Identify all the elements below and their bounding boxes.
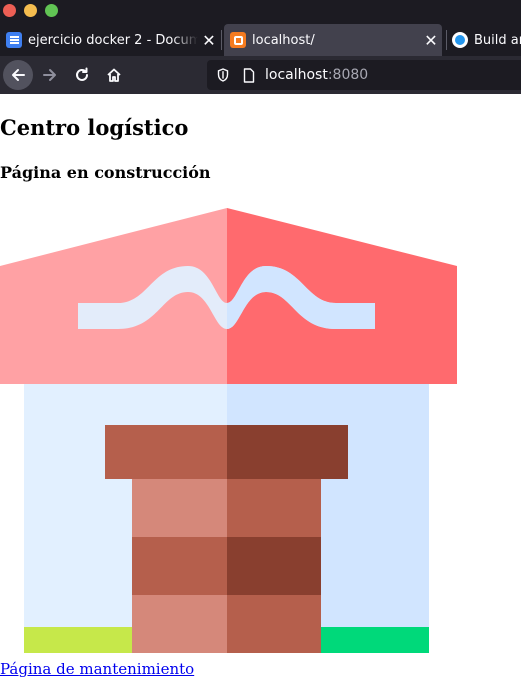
page-info-icon[interactable] <box>243 67 255 83</box>
close-tab-icon[interactable]: ✕ <box>198 31 220 50</box>
roof-right <box>227 208 457 384</box>
arrow-right-icon <box>43 69 56 81</box>
forward-button[interactable] <box>35 60 65 90</box>
tab-localhost[interactable]: localhost/ ✕ <box>224 24 442 56</box>
tab-label: Build ar <box>474 32 521 48</box>
home-button[interactable] <box>99 60 129 90</box>
close-window-button[interactable] <box>3 4 16 17</box>
navigation-toolbar: localhost:8080 <box>0 56 521 94</box>
url-host: localhost <box>265 67 328 83</box>
brick-row1-left <box>132 479 227 537</box>
page-subtitle: Página en construcción <box>0 163 211 182</box>
brick-row2-right <box>227 537 321 595</box>
address-bar[interactable]: localhost:8080 <box>207 60 521 90</box>
maximize-window-button[interactable] <box>45 4 58 17</box>
page-title: Centro logístico <box>0 115 189 140</box>
home-icon <box>107 68 121 82</box>
reload-icon <box>76 67 88 81</box>
window-titlebar <box>0 0 521 22</box>
close-tab-icon[interactable]: ✕ <box>420 31 442 50</box>
google-docs-icon <box>6 32 22 48</box>
xampp-icon <box>230 32 246 48</box>
ground-left <box>24 627 133 653</box>
brick-cap-right <box>227 425 348 479</box>
tab-label: localhost/ <box>252 32 315 48</box>
reload-button[interactable] <box>67 60 97 90</box>
url-port: :8080 <box>327 67 369 83</box>
arrow-left-icon <box>12 69 25 81</box>
brick-row3-left <box>132 595 227 653</box>
brick-row3-right <box>227 595 321 653</box>
docker-icon <box>452 32 468 48</box>
minimize-window-button[interactable] <box>24 4 37 17</box>
tab-strip: ejercicio docker 2 - Docume ✕ localhost/… <box>0 22 521 56</box>
page-content: Centro logístico Página en construcción … <box>0 94 521 691</box>
roof-left <box>0 208 227 384</box>
tab-label: ejercicio docker 2 - Docume <box>28 32 198 48</box>
tab-build[interactable]: Build ar <box>446 24 521 56</box>
brick-cap-left <box>105 425 227 479</box>
brick-row2-left <box>132 537 227 595</box>
warehouse-illustration <box>0 208 457 653</box>
brick-row1-right <box>227 479 321 537</box>
maintenance-link[interactable]: Página de mantenimiento <box>0 660 194 678</box>
ground-right <box>320 627 429 653</box>
tab-google-docs[interactable]: ejercicio docker 2 - Docume ✕ <box>0 24 220 56</box>
back-button[interactable] <box>3 60 33 90</box>
tab-separator <box>221 30 222 50</box>
shield-icon[interactable] <box>217 68 229 82</box>
